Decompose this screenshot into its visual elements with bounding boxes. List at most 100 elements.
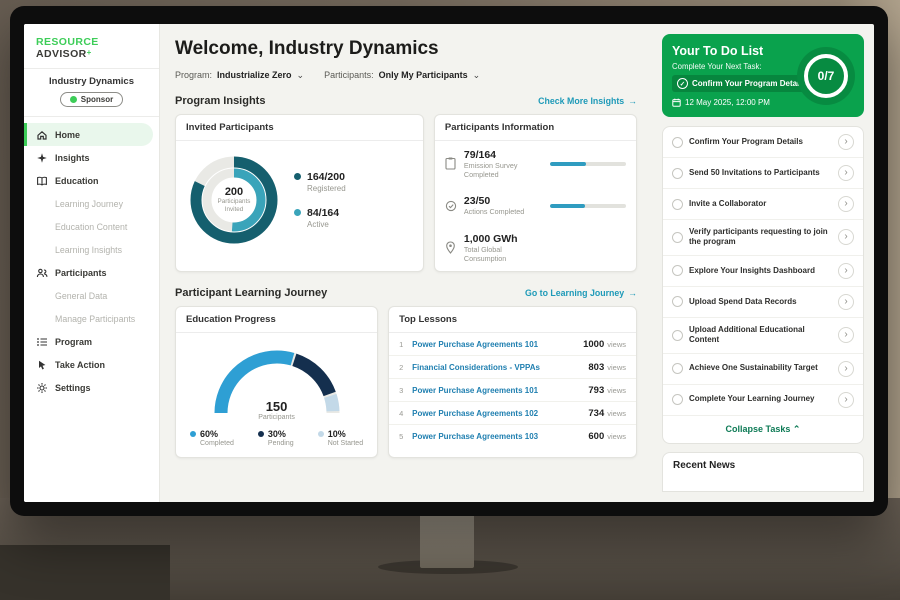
participants-information-card: Participants Information 79/164 Emission…	[434, 114, 637, 272]
program-filter[interactable]: Program: Industrialize Zero ⌄	[175, 70, 304, 80]
gauge-legend: 60% Completed 30% Pending	[182, 421, 371, 451]
arrow-right-icon: →	[628, 288, 637, 298]
card-title: Top Lessons	[389, 307, 636, 333]
task-checkbox[interactable]	[672, 232, 683, 243]
task-row[interactable]: Upload Spend Data Records ›	[663, 287, 863, 318]
home-icon	[36, 129, 48, 141]
task-row[interactable]: Confirm Your Program Details ›	[663, 127, 863, 158]
task-checkbox[interactable]	[672, 363, 683, 374]
section-title: Program Insights	[175, 95, 265, 107]
lesson-row: 1 Power Purchase Agreements 101 1000 vie…	[389, 333, 636, 356]
background-shadow	[0, 545, 170, 600]
card-title: Education Progress	[176, 307, 377, 333]
book-icon	[36, 175, 48, 187]
task-checkbox[interactable]	[672, 168, 683, 179]
chevron-right-icon[interactable]: ›	[838, 361, 854, 377]
sidebar-item-home[interactable]: Home	[24, 123, 153, 146]
sidebar: RESOURCE ADVISOR+ Industry Dynamics Spon…	[24, 24, 160, 502]
legend-dot	[318, 431, 324, 437]
task-row[interactable]: Complete Your Learning Journey ›	[663, 385, 863, 416]
task-checkbox[interactable]	[672, 265, 683, 276]
lesson-link[interactable]: Power Purchase Agreements 101	[412, 340, 583, 349]
sidebar-item-education-content[interactable]: Education Content	[24, 215, 159, 238]
legend-dot	[294, 173, 301, 180]
participants-filter[interactable]: Participants: Only My Participants ⌄	[324, 70, 480, 80]
chevron-right-icon[interactable]: ›	[838, 263, 854, 279]
sponsor-icon	[70, 96, 77, 103]
card-title: Invited Participants	[176, 115, 423, 141]
progress-bar	[550, 162, 626, 166]
brand-logo: RESOURCE ADVISOR+	[24, 34, 159, 68]
task-row[interactable]: Verify participants requesting to join t…	[663, 220, 863, 256]
section-title: Participant Learning Journey	[175, 287, 327, 299]
main-content: Welcome, Industry Dynamics Program: Indu…	[160, 24, 652, 502]
chevron-right-icon[interactable]: ›	[838, 165, 854, 181]
sidebar-item-settings[interactable]: Settings	[24, 376, 159, 399]
sponsor-badge[interactable]: Sponsor	[60, 92, 123, 107]
photo-background: RESOURCE ADVISOR+ Industry Dynamics Spon…	[0, 0, 900, 600]
task-checkbox[interactable]	[672, 199, 683, 210]
chevron-right-icon[interactable]: ›	[838, 196, 854, 212]
task-row[interactable]: Upload Additional Educational Content ›	[663, 318, 863, 354]
chevron-right-icon[interactable]: ›	[838, 229, 854, 245]
lesson-link[interactable]: Power Purchase Agreements 101	[412, 386, 588, 395]
sidebar-item-education[interactable]: Education	[24, 169, 159, 192]
lesson-link[interactable]: Power Purchase Agreements 103	[412, 432, 588, 441]
actions-icon	[445, 199, 457, 213]
sidebar-item-manage-participants[interactable]: Manage Participants	[24, 307, 159, 330]
donut-center-label: 200 Participants Invited	[186, 152, 282, 248]
lesson-row: 2 Financial Considerations - VPPAs 803 v…	[389, 356, 636, 379]
monitor-stand	[420, 512, 474, 568]
page-title: Welcome, Industry Dynamics	[175, 38, 637, 60]
task-checkbox[interactable]	[672, 394, 683, 405]
task-row[interactable]: Invite a Collaborator ›	[663, 189, 863, 220]
check-more-insights-link[interactable]: Check More Insights →	[538, 96, 637, 106]
todo-task-list: Confirm Your Program Details › Send 50 I…	[662, 126, 864, 444]
learning-cards-row: Education Progress 150	[175, 306, 637, 458]
legend-dot	[190, 431, 196, 437]
chevron-down-icon: ⌄	[297, 71, 305, 80]
sidebar-item-general-data[interactable]: General Data	[24, 284, 159, 307]
chevron-right-icon[interactable]: ›	[838, 392, 854, 408]
sidebar-item-insights[interactable]: Insights	[24, 146, 159, 169]
task-row[interactable]: Send 50 Invitations to Participants ›	[663, 158, 863, 189]
brand-plus: +	[87, 48, 92, 57]
divider	[24, 116, 159, 117]
education-progress-card: Education Progress 150	[175, 306, 378, 458]
account-block: Industry Dynamics Sponsor	[24, 69, 159, 116]
sponsor-label: Sponsor	[81, 95, 113, 104]
task-checkbox[interactable]	[672, 296, 683, 307]
next-task-chip[interactable]: ✓ Confirm Your Program Details	[672, 75, 811, 92]
lesson-link[interactable]: Power Purchase Agreements 102	[412, 409, 588, 418]
brand-secondary: ADVISOR	[36, 48, 87, 60]
progress-bar	[550, 204, 626, 208]
lesson-row: 4 Power Purchase Agreements 102 734 view…	[389, 402, 636, 425]
filter-bar: Program: Industrialize Zero ⌄ Participan…	[175, 70, 637, 80]
insights-cards-row: Invited Participants	[175, 114, 637, 272]
gear-icon	[36, 382, 48, 394]
chevron-down-icon: ⌄	[473, 71, 481, 80]
sidebar-item-learning-insights[interactable]: Learning Insights	[24, 238, 159, 261]
lesson-link[interactable]: Financial Considerations - VPPAs	[412, 363, 588, 372]
stat-row: 79/164 Emission Survey Completed	[435, 141, 636, 187]
task-row[interactable]: Achieve One Sustainability Target ›	[663, 354, 863, 385]
go-to-learning-journey-link[interactable]: Go to Learning Journey →	[525, 288, 637, 298]
chevron-right-icon[interactable]: ›	[838, 134, 854, 150]
chevron-right-icon[interactable]: ›	[838, 294, 854, 310]
chevron-right-icon[interactable]: ›	[838, 327, 854, 343]
gauge-center-label: 150 Participants	[207, 399, 347, 421]
task-row[interactable]: Explore Your Insights Dashboard ›	[663, 256, 863, 287]
sidebar-item-take-action[interactable]: Take Action	[24, 353, 159, 376]
collapse-tasks-button[interactable]: Collapse Tasks ⌃	[663, 416, 863, 443]
dashboard-screen: RESOURCE ADVISOR+ Industry Dynamics Spon…	[24, 24, 874, 502]
recent-news-card: Recent News	[662, 452, 864, 492]
task-checkbox[interactable]	[672, 330, 683, 341]
task-checkbox[interactable]	[672, 137, 683, 148]
legend-item: 84/164 Active	[294, 207, 346, 229]
arrow-right-icon: →	[628, 96, 637, 106]
monitor-bezel: RESOURCE ADVISOR+ Industry Dynamics Spon…	[10, 6, 888, 516]
cursor-icon	[36, 359, 48, 371]
sidebar-item-learning-journey[interactable]: Learning Journey	[24, 192, 159, 215]
sidebar-item-participants[interactable]: Participants	[24, 261, 159, 284]
sidebar-item-program[interactable]: Program	[24, 330, 159, 353]
